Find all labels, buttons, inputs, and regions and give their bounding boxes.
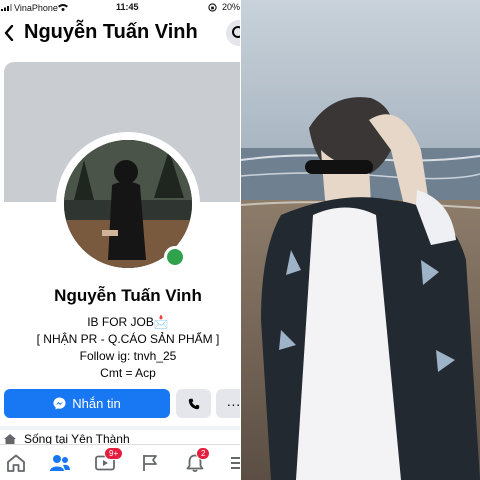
status-bar: VinaPhone 11:45 20% (0, 0, 240, 14)
notifications-badge: 2 (196, 447, 211, 460)
beach-photo[interactable] (241, 0, 480, 480)
flag-icon (143, 455, 157, 471)
profile-screen: VinaPhone 11:45 20% Nguyễn Tuấn Vinh Ngu… (0, 0, 240, 480)
wifi-icon (58, 4, 68, 11)
bio-line: [ NHẬN PR - Q.CÁO SẢN PHẨM ] (36, 332, 220, 346)
tab-notifications[interactable]: 2 (182, 447, 211, 475)
more-options-button[interactable]: ··· (216, 389, 240, 418)
online-status-dot (164, 246, 186, 268)
phone-icon (188, 398, 199, 409)
clock: 11:45 (116, 2, 139, 12)
tab-friends[interactable] (47, 451, 73, 475)
battery-level: 20% (222, 2, 240, 12)
search-button[interactable] (226, 20, 240, 46)
carrier-name: VinaPhone (14, 3, 58, 13)
beach-photo-image (241, 0, 480, 480)
profile-name: Nguyễn Tuấn Vinh (54, 286, 202, 305)
message-button-label: Nhắn tin (72, 396, 121, 411)
bio-line: IB FOR JOB📩 (87, 315, 169, 329)
tab-home[interactable] (3, 451, 29, 475)
search-icon (232, 26, 240, 38)
bottom-tab-bar: 9+ 2 (0, 444, 240, 480)
profile-bio: IB FOR JOB📩 [ NHẬN PR - Q.CÁO SẢN PHẨM ]… (0, 314, 240, 382)
signal-icon (1, 4, 12, 11)
home-icon (7, 454, 25, 472)
section-divider (0, 426, 240, 430)
rotation-lock-icon (208, 3, 217, 12)
back-arrow-icon[interactable] (4, 25, 14, 41)
page-title: Nguyễn Tuấn Vinh (24, 21, 198, 43)
bio-line: Cmt = Acp (100, 366, 156, 380)
call-button[interactable] (176, 389, 211, 418)
tab-pages[interactable] (137, 451, 163, 475)
more-icon: ··· (226, 395, 241, 412)
bio-line: Follow ig: tnvh_25 (79, 349, 177, 363)
video-badge: 9+ (104, 447, 124, 460)
tab-video[interactable]: 9+ (92, 447, 124, 475)
message-button[interactable]: Nhắn tin (4, 389, 170, 418)
profile-header: Nguyễn Tuấn Vinh (0, 14, 240, 54)
friends-icon (50, 455, 70, 471)
menu-icon (231, 457, 240, 469)
messenger-icon (53, 397, 66, 410)
tab-menu[interactable] (224, 451, 240, 475)
home-location-icon (4, 433, 16, 445)
